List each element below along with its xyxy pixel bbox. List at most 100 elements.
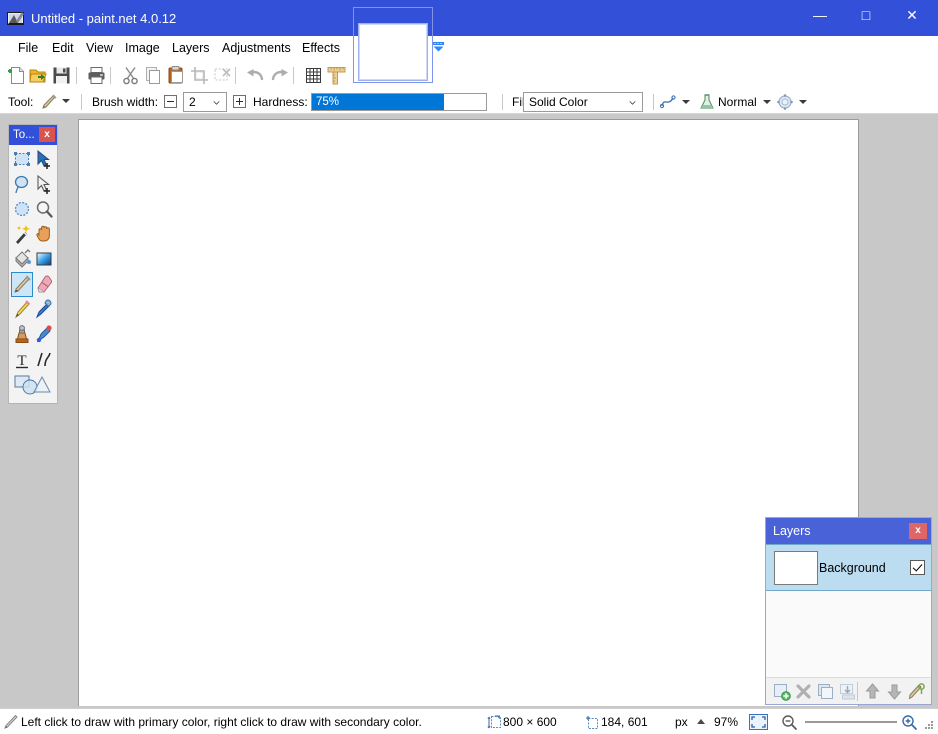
undo-icon[interactable] xyxy=(244,64,267,87)
toolbar-separator xyxy=(293,67,294,84)
paint-bucket-tool[interactable] xyxy=(11,247,33,272)
fill-value: Solid Color xyxy=(529,93,588,111)
menu-file[interactable]: File xyxy=(10,36,46,61)
shapes-tool[interactable] xyxy=(11,372,55,397)
fit-to-window-icon[interactable] xyxy=(749,714,768,730)
color-picker-tool[interactable] xyxy=(33,297,55,322)
move-layer-down-icon[interactable] xyxy=(884,681,905,702)
print-icon[interactable] xyxy=(85,64,108,87)
paintbrush-icon[interactable] xyxy=(40,93,58,111)
resize-grip[interactable] xyxy=(925,721,934,730)
zoom-tool[interactable] xyxy=(33,197,55,222)
brush-width-increase-button[interactable] xyxy=(233,95,246,108)
options-separator xyxy=(81,94,82,110)
menu-layers[interactable]: Layers xyxy=(164,36,218,61)
layer-row[interactable]: Background xyxy=(766,544,931,591)
options-separator xyxy=(502,94,503,110)
zoom-out-icon[interactable] xyxy=(781,714,798,731)
menu-view[interactable]: View xyxy=(78,36,121,61)
layer-visibility-checkbox[interactable] xyxy=(910,560,925,575)
layer-properties-icon[interactable] xyxy=(906,681,927,702)
image-canvas[interactable] xyxy=(79,120,858,706)
menu-effects[interactable]: Effects xyxy=(294,36,348,61)
clone-stamp-tool[interactable] xyxy=(11,322,33,347)
merge-layer-down-icon[interactable] xyxy=(837,681,858,702)
move-selected-tool[interactable] xyxy=(33,147,55,172)
layers-panel-titlebar[interactable]: Layers x xyxy=(766,518,931,544)
untitled-thumbnail[interactable] xyxy=(359,24,427,80)
cursor-position-value: 184, 601 xyxy=(601,709,648,734)
redo-icon[interactable] xyxy=(268,64,291,87)
tools-palette-title: To... xyxy=(13,125,35,145)
zoom-level-value[interactable]: 97% xyxy=(714,709,738,734)
cut-icon[interactable] xyxy=(119,64,142,87)
layers-toolbar xyxy=(766,677,931,704)
magic-wand-tool[interactable] xyxy=(11,222,33,247)
paintbrush-tool[interactable] xyxy=(11,272,33,297)
eraser-tool[interactable] xyxy=(33,272,55,297)
menu-bar: File Edit View Image Layers Adjustments … xyxy=(0,36,938,61)
menu-adjustments[interactable]: Adjustments xyxy=(214,36,299,61)
curve-dropdown-arrow[interactable] xyxy=(682,100,690,104)
curve-icon[interactable] xyxy=(660,94,678,110)
rectangle-select-tool[interactable] xyxy=(11,147,33,172)
maximize-button[interactable]: □ xyxy=(843,0,889,30)
menu-image[interactable]: Image xyxy=(117,36,168,61)
zoom-slider[interactable] xyxy=(805,721,897,723)
copy-icon[interactable] xyxy=(142,64,165,87)
deselect-all-icon[interactable] xyxy=(211,64,234,87)
layers-panel-title: Layers xyxy=(773,518,811,544)
hardness-label: Hardness: xyxy=(253,91,308,113)
layers-panel-close-button[interactable]: x xyxy=(909,523,927,539)
crop-to-selection-icon[interactable] xyxy=(188,64,211,87)
layers-list: Background xyxy=(766,544,931,677)
blend-mode-value[interactable]: Normal xyxy=(718,91,757,113)
antialiasing-sphere-icon[interactable] xyxy=(776,93,794,111)
blend-mode-dropdown-arrow[interactable] xyxy=(763,100,771,104)
layers-panel: Layers x Background xyxy=(765,517,932,705)
tools-palette-titlebar[interactable]: To... x xyxy=(9,125,57,145)
move-selection-tool[interactable] xyxy=(33,172,55,197)
new-icon[interactable] xyxy=(6,64,29,87)
chevron-down-icon[interactable] xyxy=(432,40,445,53)
duplicate-layer-icon[interactable] xyxy=(815,681,836,702)
layers-toolbar-separator xyxy=(857,682,858,701)
gradient-tool[interactable] xyxy=(33,247,55,272)
image-size-icon xyxy=(487,715,502,730)
ellipse-select-tool[interactable] xyxy=(11,197,33,222)
text-tool[interactable]: T xyxy=(11,347,33,372)
toolbar-separator xyxy=(76,67,77,84)
brush-width-decrease-button[interactable] xyxy=(164,95,177,108)
fill-dropdown[interactable]: Solid Color xyxy=(523,92,643,112)
units-arrow-icon[interactable] xyxy=(697,719,705,724)
tools-palette-close-button[interactable]: x xyxy=(39,127,55,142)
svg-text:T: T xyxy=(17,353,26,369)
units-label[interactable]: px xyxy=(675,709,688,734)
move-layer-up-icon[interactable] xyxy=(862,681,883,702)
lasso-select-tool[interactable] xyxy=(11,172,33,197)
tool-options-bar: Tool: Brush width: 2 Hardness: 75% Fill: xyxy=(0,90,938,114)
line-curve-tool[interactable] xyxy=(33,347,55,372)
minimize-button[interactable]: — xyxy=(797,0,843,30)
zoom-in-icon[interactable] xyxy=(901,714,918,731)
antialiasing-dropdown-arrow[interactable] xyxy=(799,100,807,104)
menu-edit[interactable]: Edit xyxy=(44,36,82,61)
paint-net-window: Untitled - paint.net 4.0.12 — □ ✕ xyxy=(0,0,938,734)
rulers-icon[interactable] xyxy=(325,64,348,87)
paste-icon[interactable] xyxy=(165,64,188,87)
save-icon[interactable] xyxy=(50,64,73,87)
recolor-tool[interactable] xyxy=(33,322,55,347)
pan-tool[interactable] xyxy=(33,222,55,247)
tool-label: Tool: xyxy=(8,91,33,113)
hardness-slider[interactable]: 75% xyxy=(311,93,487,111)
delete-layer-icon[interactable] xyxy=(793,681,814,702)
tool-dropdown-arrow[interactable] xyxy=(62,99,70,103)
pencil-tool[interactable] xyxy=(11,297,33,322)
grid-icon[interactable] xyxy=(302,64,325,87)
brush-width-input[interactable]: 2 xyxy=(183,92,227,112)
window-title: Untitled - paint.net 4.0.12 xyxy=(31,10,176,27)
close-button[interactable]: ✕ xyxy=(889,0,935,30)
add-new-layer-icon[interactable] xyxy=(771,681,792,702)
open-icon[interactable] xyxy=(27,64,50,87)
brush-width-label: Brush width: xyxy=(92,91,158,113)
